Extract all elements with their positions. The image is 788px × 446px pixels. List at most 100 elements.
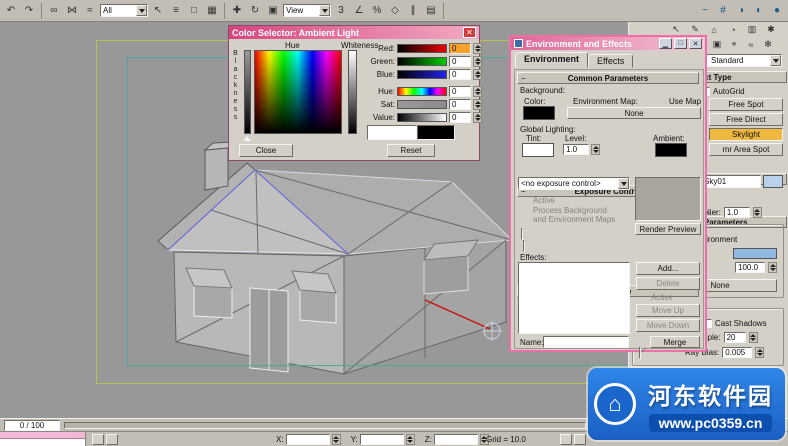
- reference-coordsys-dropdown[interactable]: View: [283, 4, 331, 17]
- channel-value-field[interactable]: 0: [449, 86, 471, 97]
- toolbar-icon[interactable]: ∠: [351, 3, 367, 19]
- effect-active-checkbox[interactable]: [639, 347, 641, 359]
- toolbar-icon[interactable]: ⋈: [64, 3, 80, 19]
- rollout-common-parameters[interactable]: Common Parameters: [517, 72, 699, 84]
- window-control-button[interactable]: ✕: [689, 38, 702, 49]
- light-type-button[interactable]: Skylight: [709, 128, 783, 141]
- add-effect-button[interactable]: Add...: [636, 262, 700, 275]
- maxscript-mini-listener[interactable]: [0, 432, 86, 446]
- channel-gradient-bar[interactable]: [397, 100, 447, 109]
- absolute-offset-toggle[interactable]: [106, 434, 118, 445]
- effect-name-field[interactable]: [543, 336, 629, 348]
- sky-color-swatch[interactable]: [733, 248, 777, 259]
- toolbar-icon[interactable]: ↖: [150, 3, 166, 19]
- channel-value-field[interactable]: 0: [449, 43, 471, 54]
- env-dialog-tab[interactable]: Effects: [588, 54, 633, 68]
- close-button[interactable]: Close: [239, 144, 293, 157]
- panel-tab-icon[interactable]: ✱: [764, 23, 778, 36]
- light-type-button[interactable]: Free Direct: [709, 113, 783, 126]
- set-key-button[interactable]: [560, 434, 572, 445]
- blackness-strip[interactable]: [244, 50, 251, 134]
- env-dialog-tab[interactable]: Environment: [515, 52, 588, 68]
- toolbar-icon[interactable]: ∞: [46, 3, 62, 19]
- background-color-swatch[interactable]: [523, 106, 555, 120]
- channel-gradient-bar[interactable]: [397, 70, 447, 79]
- channel-gradient-bar[interactable]: [397, 57, 447, 66]
- sky-map-amount-field[interactable]: 100.0: [735, 262, 765, 273]
- time-slider-handle[interactable]: 0 / 100: [4, 420, 60, 431]
- toolbar-icon[interactable]: ✚: [229, 3, 245, 19]
- axis-value-field[interactable]: [434, 434, 478, 445]
- toolbar-icon[interactable]: ●: [769, 3, 785, 19]
- multiplier-field[interactable]: 1.0: [724, 207, 750, 218]
- tint-swatch[interactable]: [522, 143, 554, 157]
- channel-gradient-bar[interactable]: [397, 87, 447, 96]
- toolbar-icon[interactable]: ↶: [3, 3, 19, 19]
- exposure-control-dropdown[interactable]: <no exposure control>: [518, 177, 630, 190]
- channel-spinner[interactable]: [473, 43, 482, 54]
- category-icon[interactable]: ▣: [710, 38, 724, 51]
- toolbar-icon[interactable]: ▦: [204, 3, 220, 19]
- channel-value-field[interactable]: 0: [449, 99, 471, 110]
- reset-button[interactable]: Reset: [387, 144, 435, 157]
- panel-tab-icon[interactable]: ◔: [726, 23, 740, 36]
- axis-spinner[interactable]: [406, 434, 415, 445]
- channel-gradient-bar[interactable]: [397, 44, 447, 53]
- ray-bias-spinner[interactable]: [755, 347, 764, 358]
- listener-macro-row[interactable]: [0, 432, 85, 439]
- toolbar-icon[interactable]: %: [369, 3, 385, 19]
- toolbar-icon[interactable]: #: [715, 3, 731, 19]
- ambient-color-swatch[interactable]: [655, 143, 687, 157]
- toolbar-icon[interactable]: ◑: [733, 3, 749, 19]
- merge-button[interactable]: Merge: [650, 336, 700, 348]
- rays-spinner[interactable]: [749, 332, 758, 343]
- rays-per-sample-field[interactable]: 20: [724, 332, 746, 343]
- time-slider-track[interactable]: [64, 422, 586, 429]
- toolbar-icon[interactable]: ≈: [82, 3, 98, 19]
- process-background-checkbox[interactable]: [523, 240, 525, 252]
- environment-map-button[interactable]: None: [567, 107, 701, 119]
- axis-value-field[interactable]: [286, 434, 330, 445]
- category-icon[interactable]: ⌖: [727, 38, 741, 51]
- panel-tab-icon[interactable]: ⌂: [707, 23, 721, 36]
- toolbar-icon[interactable]: 3: [333, 3, 349, 19]
- toolbar-icon[interactable]: ◇: [387, 3, 403, 19]
- exposure-active-checkbox[interactable]: [521, 228, 523, 240]
- whiteness-strip[interactable]: [348, 50, 357, 134]
- level-field[interactable]: 1.0: [563, 144, 589, 155]
- toolbar-icon[interactable]: ▤: [423, 3, 439, 19]
- toolbar-icon[interactable]: ▣: [265, 3, 281, 19]
- ray-bias-field[interactable]: 0.005: [722, 347, 752, 358]
- env-dialog-titlebar[interactable]: Environment and Effects ▁□✕: [511, 37, 705, 50]
- toolbar-icon[interactable]: □: [186, 3, 202, 19]
- toolbar-icon[interactable]: ∥: [405, 3, 421, 19]
- multiplier-spinner[interactable]: [753, 207, 762, 218]
- channel-value-field[interactable]: 0: [449, 69, 471, 80]
- category-icon[interactable]: ≈: [744, 38, 758, 51]
- move-down-button[interactable]: Move Down: [636, 319, 700, 332]
- move-up-button[interactable]: Move Up: [636, 304, 700, 317]
- auto-key-button[interactable]: [574, 434, 586, 445]
- window-control-button[interactable]: □: [674, 38, 687, 49]
- category-icon[interactable]: ✻: [761, 38, 775, 51]
- listener-script-row[interactable]: [0, 439, 85, 446]
- effects-listbox[interactable]: [518, 262, 630, 334]
- axis-spinner[interactable]: [332, 434, 341, 445]
- axis-value-field[interactable]: [360, 434, 404, 445]
- channel-gradient-bar[interactable]: [397, 113, 447, 122]
- blackness-marker[interactable]: [243, 136, 251, 141]
- channel-value-field[interactable]: 0: [449, 112, 471, 123]
- close-icon[interactable]: ✕: [463, 27, 476, 38]
- window-control-button[interactable]: ▁: [659, 38, 672, 49]
- panel-tab-icon[interactable]: ▥: [745, 23, 759, 36]
- channel-spinner[interactable]: [473, 56, 482, 67]
- color-selector-titlebar[interactable]: Color Selector: Ambient Light ✕: [229, 26, 479, 39]
- render-preview-button[interactable]: Render Preview: [635, 223, 701, 235]
- selection-filter-dropdown[interactable]: All: [100, 4, 148, 17]
- light-type-button[interactable]: mr Area Spot: [709, 143, 783, 156]
- channel-spinner[interactable]: [473, 99, 482, 110]
- sky-map-spinner[interactable]: [768, 262, 777, 273]
- object-color-swatch[interactable]: [763, 175, 783, 188]
- delete-effect-button[interactable]: Delete: [636, 277, 700, 290]
- hue-saturation-box[interactable]: [254, 50, 342, 134]
